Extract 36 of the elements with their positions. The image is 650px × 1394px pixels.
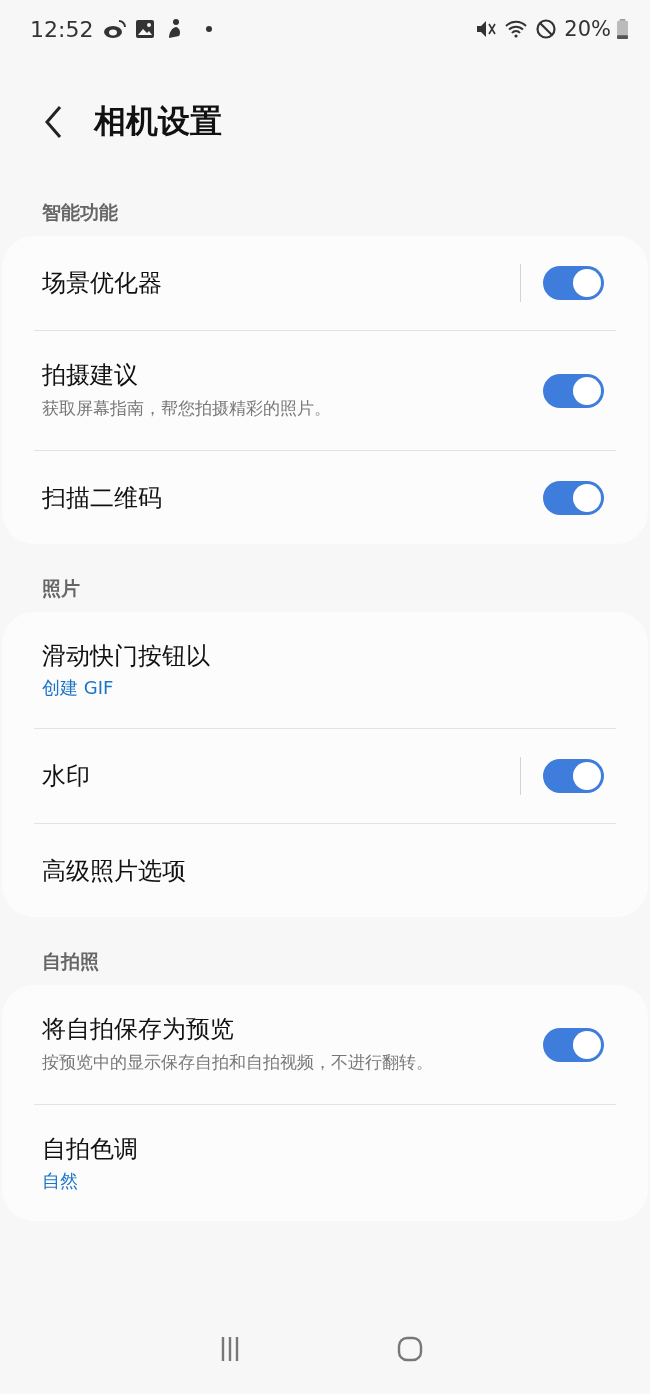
setting-title: 场景优化器 xyxy=(42,268,163,299)
setting-row[interactable]: 扫描二维码 xyxy=(2,451,648,545)
setting-row[interactable]: 滑动快门按钮以 创建 GIF xyxy=(2,612,648,729)
setting-description: 获取屏幕指南，帮您拍摄精彩的照片。 xyxy=(42,397,332,420)
setting-value: 创建 GIF xyxy=(42,676,115,701)
setting-row[interactable]: 将自拍保存为预览 按预览中的显示保存自拍和自拍视频，不进行翻转。 xyxy=(2,985,648,1105)
toggle-switch[interactable] xyxy=(543,373,604,408)
back-icon[interactable] xyxy=(44,104,64,140)
setting-title: 水印 xyxy=(42,761,91,793)
setting-title: 拍摄建议 xyxy=(42,360,139,391)
battery-percentage: 20% xyxy=(564,17,611,41)
setting-title: 滑动快门按钮以 xyxy=(42,641,211,673)
setting-row[interactable]: 自拍色调 自然 xyxy=(2,1105,648,1222)
toggle-switch[interactable] xyxy=(543,759,604,794)
setting-row[interactable]: 水印 xyxy=(2,729,648,824)
home-icon[interactable] xyxy=(395,1334,425,1364)
notification-dot-icon xyxy=(205,25,214,33)
section-header: 自拍照 xyxy=(41,949,100,975)
section-header: 照片 xyxy=(41,576,81,602)
setting-title: 将自拍保存为预览 xyxy=(42,1014,235,1046)
setting-title: 高级照片选项 xyxy=(42,855,187,887)
setting-row[interactable]: 场景优化器 xyxy=(2,236,648,330)
toggle-switch[interactable] xyxy=(543,480,604,515)
weibo-icon xyxy=(103,17,128,41)
setting-title: 自拍色调 xyxy=(42,1134,139,1166)
section-header: 智能功能 xyxy=(41,200,119,225)
toggle-switch[interactable] xyxy=(543,1027,604,1062)
page-title: 相机设置 xyxy=(94,101,222,142)
setting-description: 按预览中的显示保存自拍和自拍视频，不进行翻转。 xyxy=(42,1051,434,1075)
status-time: 12:52 xyxy=(30,16,94,42)
setting-row[interactable]: 拍摄建议 获取屏幕指南，帮您拍摄精彩的照片。 xyxy=(2,331,648,451)
battery-icon xyxy=(617,19,628,39)
setting-title: 扫描二维码 xyxy=(42,482,163,514)
toggle-switch[interactable] xyxy=(543,266,604,300)
setting-row[interactable]: 高级照片选项 xyxy=(2,824,648,918)
setting-value: 自然 xyxy=(42,1169,79,1194)
